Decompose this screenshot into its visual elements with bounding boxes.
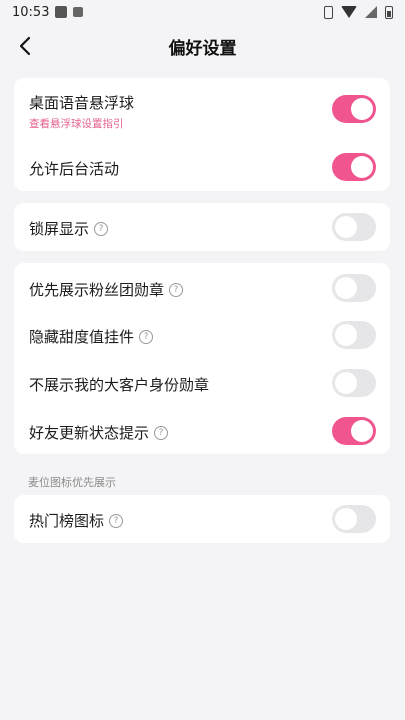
toggle-fan-badge[interactable]: [332, 274, 376, 302]
row-label-text: 锁屏显示: [29, 220, 90, 238]
row-label-text: 优先展示粉丝团勋章: [29, 281, 165, 299]
signal-icon: [365, 6, 377, 18]
page-title: 偏好设置: [168, 38, 237, 59]
row-desktop-voice-ball: 桌面语音悬浮球 查看悬浮球设置指引: [14, 78, 390, 138]
status-time: 10:53: [12, 4, 50, 20]
header: 偏好设置: [0, 26, 405, 66]
toggle-knob: [335, 508, 357, 530]
help-icon[interactable]: ?: [169, 282, 184, 297]
row-hide-sweetness: 隐藏甜度值挂件 ?: [14, 311, 390, 359]
row-label: 桌面语音悬浮球: [29, 92, 134, 113]
help-icon[interactable]: ?: [139, 329, 154, 344]
toggle-lock-screen[interactable]: [332, 213, 376, 241]
toggle-desktop-voice-ball[interactable]: [332, 95, 376, 123]
row-allow-background: 允许后台活动: [14, 143, 390, 191]
floating-ball-guide-link[interactable]: 查看悬浮球设置指引: [29, 116, 124, 131]
row-fan-badge: 优先展示粉丝团勋章 ?: [14, 264, 390, 312]
row-label: 好友更新状态提示 ?: [29, 422, 169, 443]
chevron-left-icon: [19, 36, 31, 56]
section-caption-mic-icon: 麦位图标优先展示: [28, 476, 116, 489]
toggle-knob: [351, 420, 373, 442]
toggle-knob: [335, 372, 357, 394]
toggle-knob: [335, 324, 357, 346]
row-label-text: 允许后台活动: [29, 160, 120, 178]
vibrate-icon: [324, 5, 333, 19]
row-hot-list-icon: 热门榜图标 ?: [14, 495, 390, 543]
row-label-text: 好友更新状态提示: [29, 424, 150, 442]
row-label: 热门榜图标 ?: [29, 510, 124, 531]
toggle-knob: [351, 98, 373, 120]
toggle-hot-list-icon[interactable]: [332, 505, 376, 533]
row-friend-status: 好友更新状态提示 ?: [14, 407, 390, 455]
status-left: 10:53: [12, 4, 84, 20]
wifi-icon: [341, 6, 357, 18]
help-icon[interactable]: ?: [154, 425, 169, 440]
row-label-text: 热门榜图标: [29, 512, 105, 530]
row-label: 优先展示粉丝团勋章 ?: [29, 279, 184, 300]
gallery-notification-icon: [55, 6, 68, 18]
back-button[interactable]: [14, 34, 38, 58]
battery-icon: [385, 5, 393, 19]
card-badges: 优先展示粉丝团勋章 ? 隐藏甜度值挂件 ? 不展示我的大客户身份勋章 好友更新状…: [14, 263, 390, 454]
toggle-hide-sweetness[interactable]: [332, 321, 376, 349]
row-label: 锁屏显示 ?: [29, 218, 109, 239]
help-icon[interactable]: ?: [94, 221, 109, 236]
toggle-knob: [335, 277, 357, 299]
toggle-hide-vip-badge[interactable]: [332, 369, 376, 397]
toggle-knob: [335, 216, 357, 238]
toggle-allow-background[interactable]: [332, 153, 376, 181]
row-label-text: 隐藏甜度值挂件: [29, 328, 135, 346]
row-label-text: 不展示我的大客户身份勋章: [29, 376, 210, 394]
toggle-knob: [351, 156, 373, 178]
app-notification-icon: [73, 7, 84, 17]
status-bar: 10:53: [0, 0, 405, 24]
row-label-text: 桌面语音悬浮球: [29, 94, 135, 112]
row-lock-screen: 锁屏显示 ?: [14, 203, 390, 251]
row-label: 隐藏甜度值挂件 ?: [29, 326, 154, 347]
status-right: [324, 5, 393, 19]
help-icon[interactable]: ?: [109, 513, 124, 528]
card-mic-icons: 热门榜图标 ?: [14, 495, 390, 543]
card-lock-screen: 锁屏显示 ?: [14, 203, 390, 251]
row-label: 允许后台活动: [29, 158, 119, 179]
toggle-friend-status[interactable]: [332, 417, 376, 445]
card-floating-ball: 桌面语音悬浮球 查看悬浮球设置指引 允许后台活动: [14, 78, 390, 191]
row-label: 不展示我的大客户身份勋章: [29, 374, 209, 395]
row-hide-vip-badge: 不展示我的大客户身份勋章: [14, 359, 390, 407]
